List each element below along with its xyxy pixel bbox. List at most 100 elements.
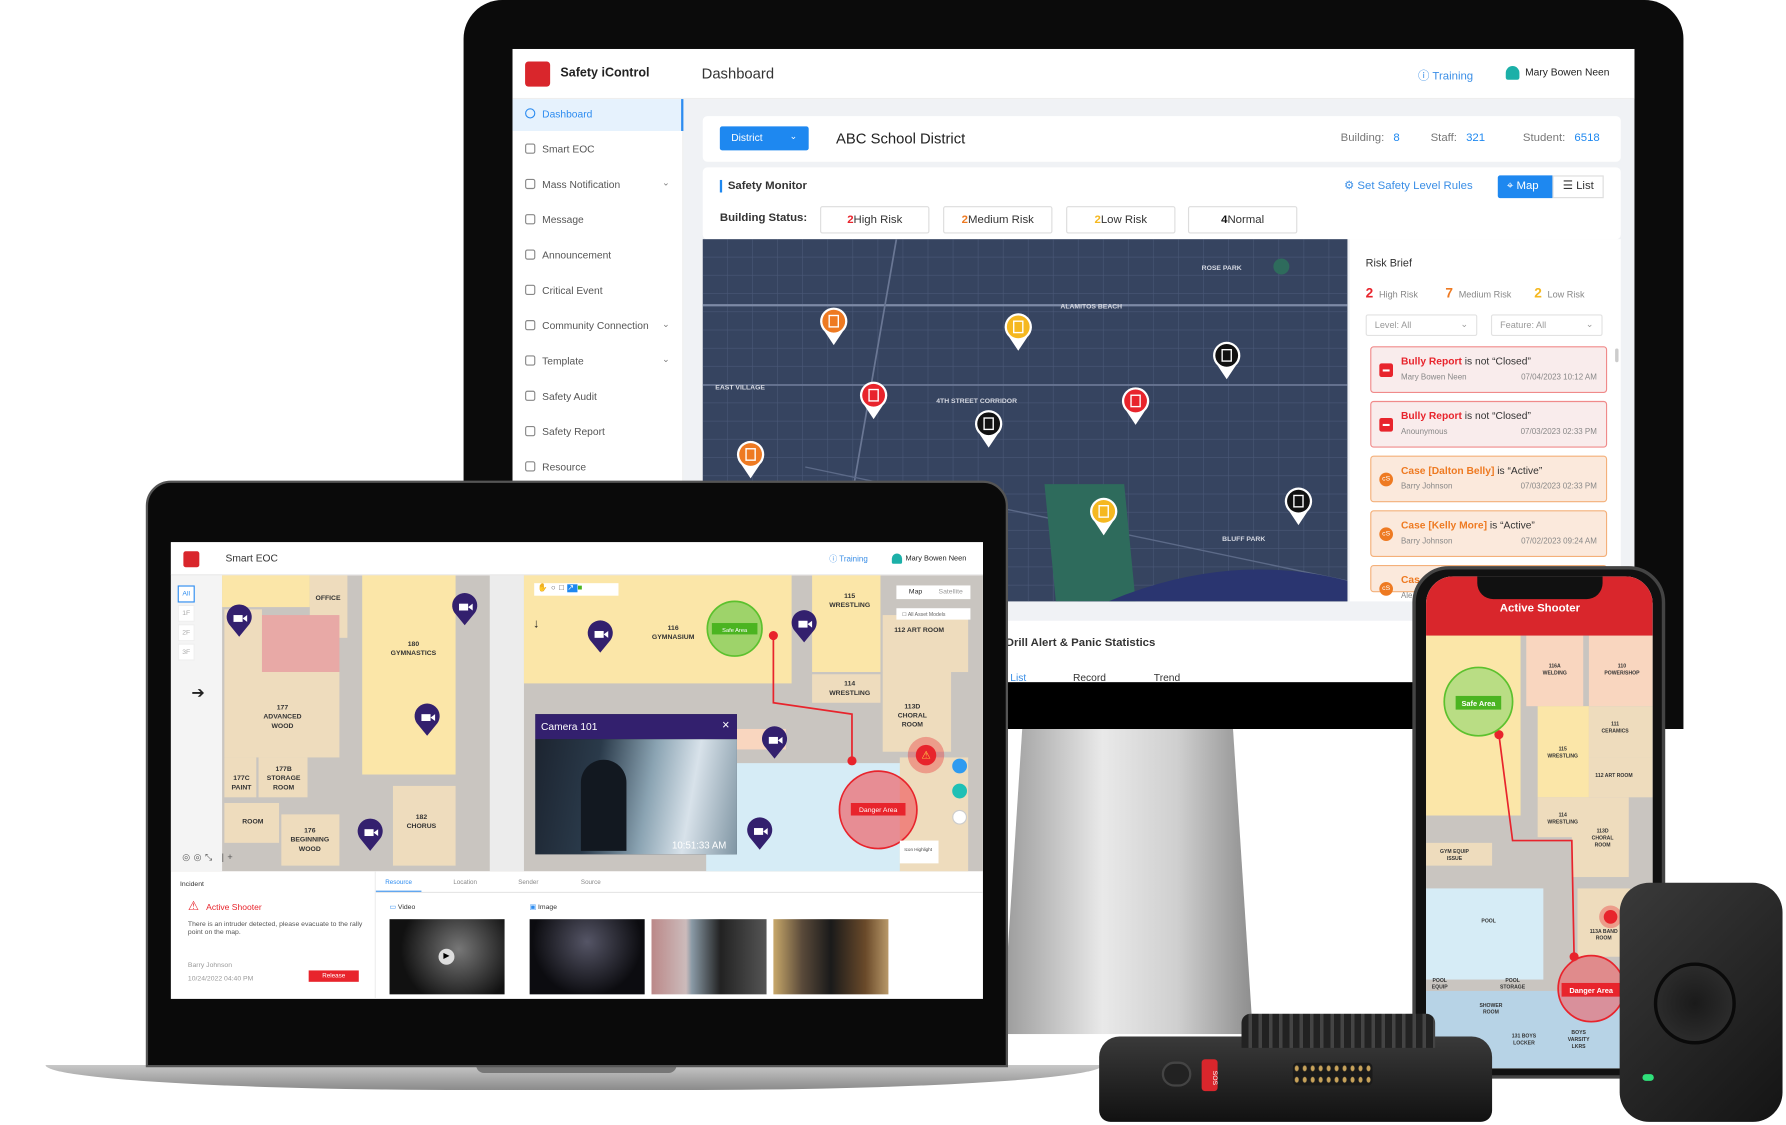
alert-item[interactable]: cS Case [Dalton Belly] is “Active” Barry J… — [1370, 455, 1608, 503]
user-menu[interactable]: Mary Bowen Neen — [891, 553, 966, 564]
tab-list[interactable]: List — [1010, 672, 1026, 682]
app-logo — [183, 551, 200, 568]
user-name: Mary Bowen Neen — [1525, 66, 1610, 78]
asset-models-filter[interactable]: ☐ All Asset Models — [896, 608, 971, 620]
sidebar-item-message[interactable]: Message — [513, 205, 684, 237]
training-link[interactable]: ⓘ Training — [829, 554, 868, 565]
laptop-header: Smart EOC ⓘ Training Mary Bowen Neen — [170, 542, 983, 576]
floor-tab-2f[interactable]: 2F — [177, 624, 195, 642]
floor-tab-all[interactable]: All — [177, 585, 195, 603]
map-type-toggle[interactable]: Map Satellite — [896, 585, 971, 600]
close-icon[interactable]: × — [722, 719, 729, 733]
sidebar-item-critical-event[interactable]: Critical Event — [513, 276, 684, 308]
map-tab: Map — [908, 588, 923, 596]
sidebar-item-label: Message — [542, 214, 584, 226]
room-label: POOL — [1432, 978, 1446, 984]
chevron-down-icon: ⌄ — [1585, 318, 1594, 330]
risk-brief-title: Risk Brief — [1365, 257, 1412, 270]
drawing-toolbar[interactable]: ✋○□↗■ — [534, 583, 619, 596]
image-thumbnail[interactable] — [651, 919, 767, 995]
video-camera-icon — [421, 714, 431, 721]
room-label: ROOM — [902, 722, 924, 729]
menu-icon — [525, 425, 536, 437]
video-thumbnail[interactable]: ▶ — [389, 919, 505, 995]
share-icon[interactable] — [952, 783, 968, 799]
sidebar-item-label: Critical Event — [542, 284, 603, 297]
training-link[interactable]: ⓘ Training — [1418, 66, 1473, 84]
staff-stat: Staff: 321 — [1430, 132, 1486, 145]
menu-icon — [525, 355, 536, 366]
sidebar-item-resource[interactable]: Resource — [513, 452, 684, 484]
floor-tab-1f[interactable]: 1F — [177, 604, 195, 622]
chat-icon[interactable] — [952, 758, 968, 774]
alert-item[interactable]: ▬ Bully Report is not “Closed” Anounymous 0… — [1370, 400, 1608, 448]
tab-location[interactable]: Location — [453, 879, 477, 886]
sidebar-item-mass-notification[interactable]: Mass Notification ⌄ — [513, 170, 684, 202]
menu-icon — [525, 320, 536, 331]
user-menu[interactable]: Mary Bowen Neen — [1505, 66, 1610, 80]
status-filter-medium-risk[interactable]: 2Medium Risk — [943, 206, 1053, 234]
camera-title: Camera 101 — [541, 720, 598, 733]
sidebar-item-smart-eoc[interactable]: Smart EOC — [513, 134, 684, 166]
chevron-down-icon: ⌄ — [1460, 318, 1469, 330]
feature-filter[interactable]: Feature: All ⌄ — [1490, 314, 1603, 337]
room-label: GYMNASIUM — [652, 634, 695, 641]
room-label: CHORAL — [898, 713, 927, 720]
sidebar-item-template[interactable]: Template ⌄ — [513, 346, 684, 378]
district-select[interactable]: District ⌄ — [719, 126, 809, 151]
alert-time: 07/02/2023 09:24 AM — [1521, 537, 1597, 546]
image-thumbnail[interactable] — [773, 919, 889, 995]
room-label: 177B — [275, 766, 291, 773]
room-label: OFFICE — [316, 595, 341, 602]
tab-resource[interactable]: Resource — [375, 879, 422, 892]
room-label: GYM EQUIP — [1440, 849, 1470, 855]
image-thumbnail[interactable] — [529, 919, 645, 995]
sidebar-item-label: Announcement — [542, 249, 612, 261]
status-filter-normal[interactable]: 4Normal — [1187, 206, 1298, 234]
risk-count: 2 Low Risk — [1534, 284, 1585, 301]
room-label: 116A — [1549, 663, 1561, 669]
room-label: WOOD — [299, 846, 321, 853]
set-safety-rules-link[interactable]: ⚙ Set Safety Level Rules — [1344, 180, 1473, 193]
room-label: POWER/SHOP — [1604, 670, 1640, 676]
map-area-label: EAST VILLAGE — [715, 385, 765, 392]
room-label: 182 — [416, 814, 428, 821]
list-view-toggle[interactable]: ☰ List — [1552, 175, 1604, 199]
arrow-right-icon: ➔ — [191, 685, 204, 702]
alert-status: is “Active” — [1494, 464, 1543, 477]
menu-icon — [525, 214, 536, 225]
room-label: POOL — [1481, 919, 1495, 925]
alert-item[interactable]: cS Case [Kelly More] is “Active” Barry Joh… — [1370, 510, 1608, 557]
sidebar-item-dashboard[interactable]: Dashboard — [512, 99, 684, 131]
image-section-label: ▣ Image — [529, 904, 558, 912]
scrollbar[interactable] — [1615, 348, 1619, 363]
tab-record[interactable]: Record — [1073, 672, 1106, 682]
room-label: CHORUS — [407, 823, 437, 830]
app-title: Smart EOC — [225, 552, 278, 564]
level-filter[interactable]: Level: All ⌄ — [1365, 314, 1478, 337]
alert-item[interactable]: ▬ Bully Report is not “Closed” Mary Bowen … — [1370, 346, 1608, 393]
tab-source[interactable]: Source — [581, 879, 601, 886]
message-icon: ▬ — [1379, 418, 1393, 432]
tab-trend[interactable]: Trend — [1154, 672, 1180, 682]
status-filter-high-risk[interactable]: 2High Risk — [820, 206, 930, 234]
layers-icon[interactable] — [952, 809, 968, 825]
panic-button — [1653, 962, 1736, 1045]
tab-sender[interactable]: Sender — [518, 879, 538, 886]
alert-reporter: Barry Johnson — [1400, 537, 1453, 546]
map-zoom-controls[interactable]: ◎◎⤡ |+ — [182, 852, 236, 863]
incident-description: There is an intruder detected, please ev… — [187, 921, 363, 937]
sidebar-item-announcement[interactable]: Announcement — [513, 240, 684, 272]
sidebar-item-community-connection[interactable]: Community Connection ⌄ — [513, 311, 684, 343]
release-button[interactable]: Release — [308, 970, 359, 982]
map-area-label: ROSE PARK — [1202, 265, 1242, 272]
map-view-toggle[interactable]: ⌖ Map — [1497, 175, 1553, 199]
sidebar-item-label: Safety Audit — [542, 390, 597, 403]
sidebar-item-safety-audit[interactable]: Safety Audit — [513, 382, 684, 414]
room-label: 116 — [668, 625, 679, 632]
floor-tab-3f[interactable]: 3F — [177, 643, 195, 661]
status-filter-low-risk[interactable]: 2Low Risk — [1066, 206, 1176, 234]
svg-text:⚠: ⚠ — [921, 751, 930, 762]
sidebar-item-safety-report[interactable]: Safety Report — [513, 417, 684, 449]
room-label: WELDING — [1543, 670, 1567, 676]
